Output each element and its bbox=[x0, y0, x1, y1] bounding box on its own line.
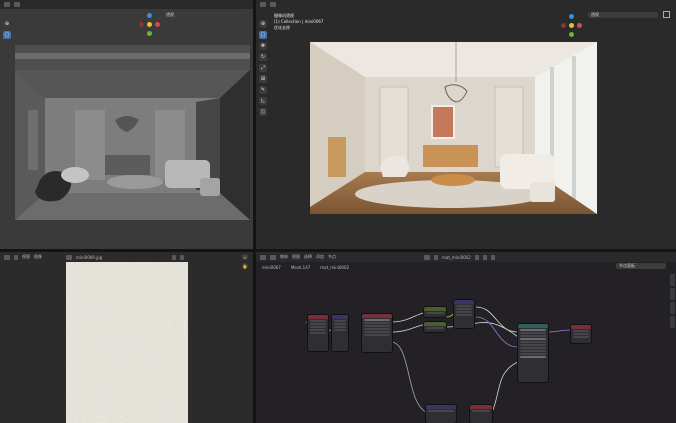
node-normal-map[interactable] bbox=[426, 405, 456, 423]
node-principled-bsdf[interactable] bbox=[518, 324, 548, 382]
maximize-icon[interactable] bbox=[663, 11, 670, 18]
viewport-right[interactable]: 透视 摄像机透视 (1) Collection | mini0067 优化去除 … bbox=[256, 0, 676, 249]
editor-type-icon[interactable] bbox=[4, 2, 10, 7]
move-icon[interactable]: ✥ bbox=[259, 42, 267, 50]
image-canvas[interactable] bbox=[66, 262, 188, 423]
render-preview bbox=[310, 42, 597, 214]
menu-view[interactable]: 视图 bbox=[22, 254, 30, 260]
viewport-right-view-field[interactable]: 透视 bbox=[588, 12, 658, 18]
viewport-left-scene bbox=[0, 40, 253, 220]
gizmo-z-axis[interactable] bbox=[147, 13, 152, 18]
zoom-icon[interactable]: ⌕ bbox=[242, 254, 248, 260]
select-box-icon[interactable]: ▢ bbox=[3, 31, 11, 39]
dropdown-icon[interactable] bbox=[14, 254, 18, 260]
gizmo-y-axis[interactable] bbox=[147, 31, 152, 36]
image-editor-header: 视图 图像 mini0009.jpg bbox=[0, 252, 253, 262]
viewport-left-header bbox=[0, 0, 253, 9]
node-material-output[interactable] bbox=[571, 325, 591, 343]
image-name-field[interactable]: mini0009.jpg bbox=[76, 255, 102, 260]
display-channels-icon[interactable] bbox=[180, 254, 185, 260]
gizmo-x-axis[interactable] bbox=[577, 23, 582, 28]
measure-icon[interactable]: ◺ bbox=[259, 97, 267, 105]
node-bump[interactable] bbox=[454, 300, 474, 328]
scale-icon[interactable]: ⤢ bbox=[259, 64, 267, 72]
gizmo-x-axis[interactable] bbox=[155, 22, 160, 27]
annotate-icon[interactable]: ✎ bbox=[259, 86, 267, 94]
gizmo-neg-x[interactable] bbox=[561, 23, 566, 28]
image-editor[interactable]: 视图 图像 mini0009.jpg ⌕ ✋ bbox=[0, 252, 253, 423]
gizmo-neg-x[interactable] bbox=[139, 22, 144, 27]
editor-type-icon[interactable] bbox=[4, 254, 10, 260]
gizmo-y-axis[interactable] bbox=[569, 32, 574, 37]
node-mapping[interactable] bbox=[332, 315, 348, 351]
gizmo-z-axis[interactable] bbox=[569, 14, 574, 19]
menu-image[interactable]: 图像 bbox=[34, 254, 42, 260]
add-cube-icon[interactable]: ◫ bbox=[259, 108, 267, 116]
viewport-left-view-field[interactable]: 透视 bbox=[163, 12, 243, 18]
select-box-icon[interactable]: ▢ bbox=[259, 31, 267, 39]
pan-hand-icon[interactable]: ✋ bbox=[242, 263, 248, 269]
overlay-collection-label: (1) Collection | mini0067 bbox=[274, 19, 324, 24]
node-roughness-texture[interactable] bbox=[470, 405, 492, 423]
rotate-icon[interactable]: ↻ bbox=[259, 53, 267, 61]
overlay-status-label: 优化去除 bbox=[274, 25, 290, 30]
gizmo-center bbox=[569, 23, 574, 28]
image-browse-icon[interactable] bbox=[66, 254, 72, 260]
cursor-icon[interactable]: ⊕ bbox=[3, 20, 11, 28]
navigation-gizmo[interactable] bbox=[139, 13, 161, 37]
node-editor[interactable]: 物体 视图 选择 添加 节点 mat_mini0002 mini0067 Mes… bbox=[256, 252, 676, 423]
cursor-icon[interactable]: ⊕ bbox=[259, 20, 267, 28]
view-menu-icon[interactable] bbox=[270, 2, 276, 7]
node-color-ramp[interactable] bbox=[424, 307, 446, 317]
node-image-texture[interactable] bbox=[362, 314, 392, 352]
right-toolbar: ⊕ ▢ ✥ ↻ ⤢ ⊞ ✎ ◺ ◫ bbox=[259, 20, 268, 116]
navigation-gizmo[interactable] bbox=[561, 14, 583, 38]
pin-icon[interactable] bbox=[172, 254, 177, 260]
editor-type-icon[interactable] bbox=[260, 2, 266, 7]
node-hue-saturation[interactable] bbox=[424, 322, 446, 332]
viewport-left[interactable]: 透视 ⊕ ▢ ✥ ↻ ⤢ ⊞ ✎ ◺ ◫ ⌕ ✋ ◉ ▦ bbox=[0, 0, 253, 249]
node-texture-coordinate[interactable] bbox=[308, 315, 328, 351]
transform-icon[interactable]: ⊞ bbox=[259, 75, 267, 83]
viewport-right-header bbox=[256, 0, 676, 9]
view-menu-icon[interactable] bbox=[14, 2, 20, 7]
gizmo-center bbox=[147, 22, 152, 27]
